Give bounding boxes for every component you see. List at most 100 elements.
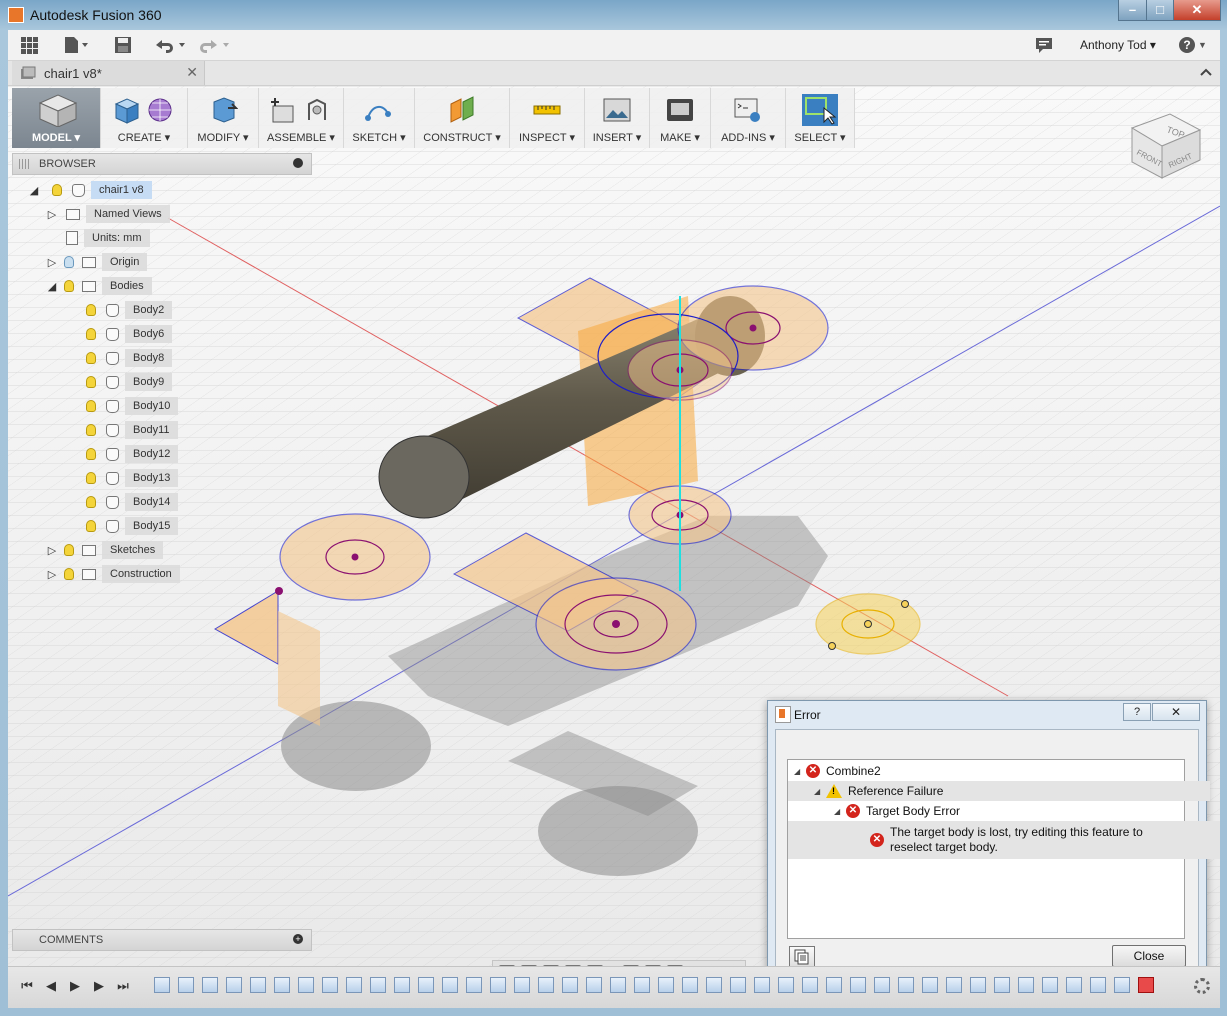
timeline-feature-icon[interactable] [178,977,194,993]
collapse-triangle-icon[interactable]: ◢ [28,184,40,197]
expand-triangle-icon[interactable]: ▷ [46,568,58,581]
sketch-point[interactable] [612,620,620,628]
tree-item-body[interactable]: Body2 [86,300,173,320]
visibility-bulb-icon[interactable] [64,568,74,580]
make-menu[interactable]: MAKE ▾ [650,88,711,148]
tree-item-body[interactable]: Body13 [86,468,179,488]
tree-item-construction[interactable]: ▷ Construction [46,564,180,584]
timeline-feature-icon[interactable] [658,977,674,993]
save-button[interactable] [112,34,134,56]
drag-handle-icon[interactable] [19,159,29,169]
timeline-feature-icon[interactable] [778,977,794,993]
document-tab[interactable]: chair1 v8* ✕ [12,61,205,85]
cylinder-face[interactable] [378,435,470,519]
timeline-feature-icon[interactable] [874,977,890,993]
tree-item-origin[interactable]: ▷ Origin [46,252,148,272]
expand-triangle-icon[interactable]: ▷ [46,256,58,269]
timeline-feature-icon[interactable] [154,977,170,993]
timeline-feature-icon[interactable] [490,977,506,993]
visibility-bulb-icon[interactable] [86,496,96,508]
tree-item-body[interactable]: Body9 [86,372,173,392]
timeline-feature-icon[interactable] [562,977,578,993]
browser-panel-header[interactable]: BROWSER [12,153,312,175]
step-back-icon[interactable]: ◀ [44,979,58,993]
error-message-row[interactable]: ✕ The target body is lost, try editing t… [788,821,1220,859]
timeline-feature-icon[interactable] [898,977,914,993]
dialog-close-x-button[interactable]: ✕ [1152,703,1200,721]
timeline-feature-icon[interactable] [322,977,338,993]
timeline-feature-icon[interactable] [538,977,554,993]
comments-panel-header[interactable]: COMMENTS + [12,929,312,951]
view-cube[interactable]: TOP FRONT RIGHT [1126,106,1206,186]
timeline-feature-icon[interactable] [1114,977,1130,993]
redo-button[interactable] [196,34,232,56]
minimize-button[interactable]: – [1118,0,1147,21]
sketch-point[interactable] [275,587,283,595]
tree-item-body[interactable]: Body6 [86,324,173,344]
visibility-bulb-icon[interactable] [86,520,96,532]
visibility-bulb-icon[interactable] [86,328,96,340]
add-comment-icon[interactable]: + [293,934,303,944]
visibility-bulb-icon[interactable] [64,256,74,268]
timeline-feature-icon[interactable] [202,977,218,993]
timeline-feature-icon[interactable] [994,977,1010,993]
collapse-icon[interactable] [293,158,303,168]
tree-item-body[interactable]: Body14 [86,492,179,512]
expand-triangle-icon[interactable]: ▷ [46,208,58,221]
timeline-feature-icon[interactable] [370,977,386,993]
tree-item-named-views[interactable]: ▷ Named Views [46,204,170,224]
dialog-help-button[interactable]: ? [1123,703,1151,721]
step-forward-icon[interactable]: ▶ [92,979,106,993]
inspect-menu[interactable]: INSPECT ▾ [510,88,585,148]
visibility-bulb-icon[interactable] [86,472,96,484]
error-item-target[interactable]: ◢ ✕ Target Body Error [788,801,1220,821]
timeline-feature-icon[interactable] [226,977,242,993]
sketch-point[interactable] [828,642,836,650]
visibility-bulb-icon[interactable] [64,544,74,556]
close-tab-button[interactable]: ✕ [186,64,198,81]
workspace-switcher[interactable]: MODEL ▾ [12,88,101,148]
assemble-menu[interactable]: ASSEMBLE ▾ [259,88,344,148]
play-icon[interactable]: ▶ [68,979,82,993]
tree-item-body[interactable]: Body11 [86,420,178,440]
timeline-feature-icon[interactable] [730,977,746,993]
sketch-point[interactable] [901,600,909,608]
modify-menu[interactable]: MODIFY ▾ [188,88,259,148]
go-to-start-icon[interactable]: ⏮ [20,979,34,993]
tree-item-units[interactable]: Units: mm [66,228,150,248]
timeline-feature-icon[interactable] [1066,977,1082,993]
timeline-feature-icon[interactable] [298,977,314,993]
visibility-bulb-icon[interactable] [86,352,96,364]
timeline-feature-icon[interactable] [634,977,650,993]
insert-menu[interactable]: INSERT ▾ [585,88,650,148]
visibility-bulb-icon[interactable] [86,304,96,316]
timeline-feature-icon[interactable] [586,977,602,993]
sketch-point[interactable] [351,553,359,561]
timeline-feature-icon[interactable] [418,977,434,993]
collapse-triangle-icon[interactable]: ◢ [834,807,846,816]
visibility-bulb-icon[interactable] [64,280,74,292]
visibility-bulb-icon[interactable] [86,376,96,388]
expand-triangle-icon[interactable]: ▷ [46,544,58,557]
timeline-feature-icon[interactable] [346,977,362,993]
timeline-feature-icon[interactable] [466,977,482,993]
timeline-feature-icon[interactable] [274,977,290,993]
create-menu[interactable]: CREATE ▾ [101,88,188,148]
close-window-button[interactable]: ✕ [1173,0,1221,21]
settings-gear-icon[interactable] [1194,978,1210,994]
copy-button[interactable] [789,946,815,968]
dialog-close-button[interactable]: Close [1112,945,1186,967]
construction-plane[interactable] [278,611,320,726]
timeline-feature-icon[interactable] [754,977,770,993]
go-to-end-icon[interactable]: ⏭ [116,979,130,993]
timeline-feature-icon[interactable] [802,977,818,993]
undo-button[interactable] [152,34,188,56]
chevron-up-icon[interactable] [1200,67,1212,77]
maximize-button[interactable]: □ [1146,0,1174,21]
construct-menu[interactable]: CONSTRUCT ▾ [415,88,510,148]
timeline-feature-icon[interactable] [1090,977,1106,993]
sketch-point[interactable] [864,620,872,628]
addins-menu[interactable]: ADD-INS ▾ [711,88,786,148]
visibility-bulb-icon[interactable] [86,400,96,412]
3d-canvas[interactable]: MODEL ▾ CREATE ▾ MODIFY ▾ ASSEMBLE ▾ SKE… [8,86,1220,1008]
